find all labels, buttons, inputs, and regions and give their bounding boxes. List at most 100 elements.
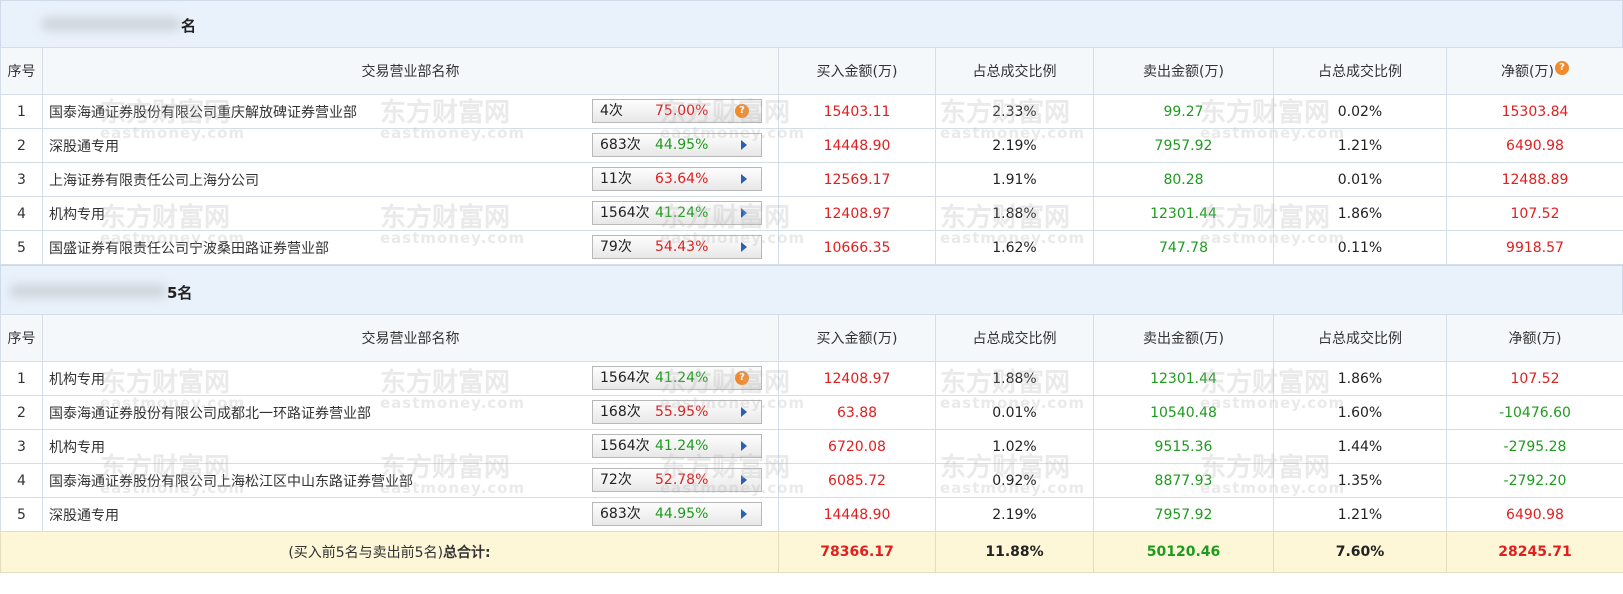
branch-name-link[interactable]: 国泰海通证券股份有限公司上海松江区中山东路证券营业部: [49, 474, 413, 490]
sell-amount-cell: 99.27: [1093, 94, 1274, 129]
col-buy-ratio-header: 占总成交比例: [935, 314, 1094, 362]
branch-name-cell: 上海证券有限责任公司上海分公司 11次 63.64%: [42, 162, 779, 197]
arrow-right-icon[interactable]: [741, 441, 747, 451]
branch-name-link[interactable]: 国泰海通证券股份有限公司成都北一环路证券营业部: [49, 406, 371, 422]
arrow-right-icon[interactable]: [741, 140, 747, 150]
blurred-title-part: [41, 17, 181, 31]
win-rate: 44.95%: [655, 506, 709, 522]
branch-name-link[interactable]: 机构专用: [49, 207, 105, 223]
history-tag-button[interactable]: 72次 52.78%: [592, 468, 762, 492]
branch-name-link[interactable]: 机构专用: [49, 372, 105, 388]
appearance-count: 72次: [600, 472, 632, 488]
history-tag-button[interactable]: 1564次 41.24%?: [592, 366, 762, 390]
buy-amount-cell: 14448.90: [778, 128, 936, 163]
history-tag-button[interactable]: 683次 44.95%: [592, 502, 762, 526]
appearance-count: 1564次: [600, 205, 650, 221]
win-rate: 44.95%: [655, 137, 709, 153]
sell-amount-cell: 8877.93: [1093, 463, 1274, 498]
buy-ratio-cell: 2.33%: [935, 94, 1094, 129]
branch-name-link[interactable]: 国泰海通证券股份有限公司重庆解放碑证券营业部: [49, 105, 357, 121]
col-name-header: 交易营业部名称: [42, 314, 779, 362]
rank-cell: 3: [0, 429, 43, 464]
arrow-right-icon[interactable]: [741, 475, 747, 485]
win-rate: 41.24%: [655, 370, 709, 386]
rank-cell: 5: [0, 497, 43, 532]
win-rate: 55.95%: [655, 404, 709, 420]
net-amount-cell: 107.52: [1446, 361, 1623, 396]
total-label-bold: 总合计:: [443, 545, 491, 561]
appearance-count: 4次: [600, 103, 623, 119]
sell-section-title: 5名: [167, 284, 193, 302]
history-tag-button[interactable]: 11次 63.64%: [592, 167, 762, 191]
sell-amount-cell: 80.28: [1093, 162, 1274, 197]
sell-ratio-cell: 0.02%: [1273, 94, 1447, 129]
arrow-right-icon[interactable]: [741, 208, 747, 218]
buy-ratio-cell: 1.91%: [935, 162, 1094, 197]
appearance-count: 1564次: [600, 370, 650, 386]
history-tag-button[interactable]: 1564次 41.24%: [592, 434, 762, 458]
net-amount-cell: -10476.60: [1446, 395, 1623, 430]
rank-cell: 4: [0, 463, 43, 498]
col-buy-header: 买入金额(万): [778, 47, 936, 95]
help-icon[interactable]: ?: [735, 104, 749, 118]
appearance-count: 683次: [600, 506, 641, 522]
col-net-header: 净额(万): [1446, 314, 1623, 362]
table-row: 4 国泰海通证券股份有限公司上海松江区中山东路证券营业部 72次 52.78% 6085…: [0, 463, 1623, 498]
total-net: 28245.71: [1446, 531, 1623, 573]
rank-cell: 5: [0, 230, 43, 265]
history-tag-button[interactable]: 4次 75.00%?: [592, 99, 762, 123]
table-row: 1 国泰海通证券股份有限公司重庆解放碑证券营业部 4次 75.00%? 15403.11…: [0, 94, 1623, 129]
branch-name-link[interactable]: 深股通专用: [49, 508, 119, 524]
appearance-count: 11次: [600, 171, 632, 187]
sell-amount-cell: 12301.44: [1093, 361, 1274, 396]
table-row: 3 上海证券有限责任公司上海分公司 11次 63.64% 12569.17 1.91% 80…: [0, 162, 1623, 197]
arrow-right-icon[interactable]: [741, 174, 747, 184]
history-tag-button[interactable]: 683次 44.95%: [592, 133, 762, 157]
net-amount-cell: -2792.20: [1446, 463, 1623, 498]
col-net-header: 净额(万)?: [1446, 47, 1623, 95]
sell-top5-table: 序号 交易营业部名称 买入金额(万) 占总成交比例 卖出金额(万) 占总成交比例…: [0, 314, 1623, 573]
total-label: (买入前5名与卖出前5名)总合计:: [0, 531, 779, 573]
arrow-right-icon[interactable]: [741, 509, 747, 519]
rank-cell: 3: [0, 162, 43, 197]
table-row: 2 国泰海通证券股份有限公司成都北一环路证券营业部 168次 55.95% 63.88 0…: [0, 395, 1623, 430]
win-rate: 41.24%: [655, 438, 709, 454]
appearance-count: 168次: [600, 404, 641, 420]
sell-amount-cell: 7957.92: [1093, 128, 1274, 163]
win-rate: 41.24%: [655, 205, 709, 221]
sell-ratio-cell: 0.11%: [1273, 230, 1447, 265]
total-buy-ratio: 11.88%: [935, 531, 1094, 573]
branch-name-link[interactable]: 深股通专用: [49, 139, 119, 155]
col-buy-ratio-header: 占总成交比例: [935, 47, 1094, 95]
total-sell: 50120.46: [1093, 531, 1274, 573]
branch-name-link[interactable]: 国盛证券有限责任公司宁波桑田路证券营业部: [49, 241, 329, 257]
history-tag-button[interactable]: 168次 55.95%: [592, 400, 762, 424]
total-buy: 78366.17: [778, 531, 936, 573]
sell-ratio-cell: 1.21%: [1273, 128, 1447, 163]
help-icon[interactable]: ?: [735, 371, 749, 385]
arrow-right-icon[interactable]: [741, 407, 747, 417]
net-amount-cell: 6490.98: [1446, 128, 1623, 163]
col-rank-header: 序号: [0, 47, 43, 95]
buy-ratio-cell: 2.19%: [935, 128, 1094, 163]
sell-ratio-cell: 1.35%: [1273, 463, 1447, 498]
buy-amount-cell: 6085.72: [778, 463, 936, 498]
sell-ratio-cell: 1.60%: [1273, 395, 1447, 430]
help-icon[interactable]: ?: [1554, 61, 1569, 76]
total-row: (买入前5名与卖出前5名)总合计: 78366.17 11.88% 50120.…: [0, 531, 1623, 573]
branch-name-link[interactable]: 上海证券有限责任公司上海分公司: [49, 173, 259, 189]
arrow-right-icon[interactable]: [741, 242, 747, 252]
buy-ratio-cell: 1.02%: [935, 429, 1094, 464]
net-amount-cell: 12488.89: [1446, 162, 1623, 197]
table-row: 2 深股通专用 683次 44.95% 14448.90 2.19% 7957.92 1.21…: [0, 128, 1623, 163]
branch-name-cell: 深股通专用 683次 44.95%: [42, 128, 779, 163]
buy-ratio-cell: 0.92%: [935, 463, 1094, 498]
buy-amount-cell: 12408.97: [778, 196, 936, 231]
branch-name-link[interactable]: 机构专用: [49, 440, 105, 456]
net-amount-cell: 15303.84: [1446, 94, 1623, 129]
history-tag-button[interactable]: 79次 54.43%: [592, 235, 762, 259]
col-name-header: 交易营业部名称: [42, 47, 779, 95]
sell-amount-cell: 7957.92: [1093, 497, 1274, 532]
history-tag-button[interactable]: 1564次 41.24%: [592, 201, 762, 225]
appearance-count: 1564次: [600, 438, 650, 454]
